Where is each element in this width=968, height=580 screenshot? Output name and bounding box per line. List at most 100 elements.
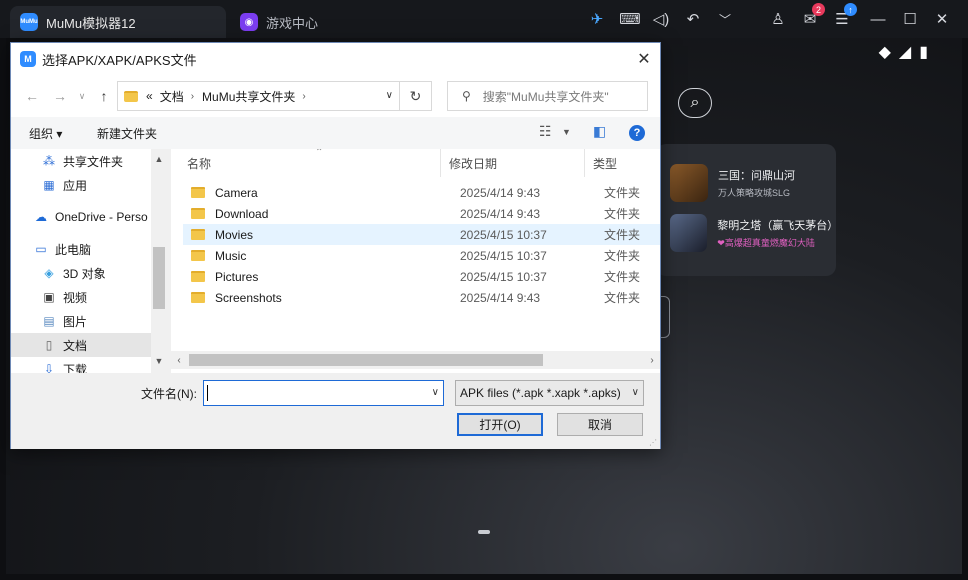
breadcrumb-documents[interactable]: 文档 bbox=[160, 88, 184, 105]
close-icon[interactable]: ✕ bbox=[930, 7, 954, 31]
message-icon[interactable]: ✉ 2 bbox=[798, 3, 825, 31]
preview-pane-icon[interactable]: ◧ bbox=[593, 123, 606, 140]
back-arrow-icon[interactable]: ← bbox=[23, 87, 41, 105]
file-name: Camera bbox=[215, 185, 258, 200]
table-row[interactable]: Music 2025/4/15 10:37 文件夹 bbox=[183, 245, 660, 266]
sidebar-item-documents[interactable]: ▯ 文档 bbox=[11, 333, 151, 357]
search-input[interactable]: ⚲ 搜索"MuMu共享文件夹" bbox=[447, 81, 648, 111]
apps-icon: ▦ bbox=[43, 178, 55, 192]
scroll-thumb[interactable] bbox=[189, 354, 543, 366]
breadcrumb-shared-folder[interactable]: MuMu共享文件夹 bbox=[202, 88, 295, 105]
filename-input[interactable]: ∨ bbox=[203, 380, 444, 406]
up-arrow-icon[interactable]: ↑ bbox=[95, 87, 113, 105]
sidebar-item-shared-folder[interactable]: ⁂ 共享文件夹 bbox=[11, 149, 151, 173]
mumu-logo-icon: M bbox=[20, 51, 36, 67]
more-chevron-icon[interactable]: ﹀ bbox=[713, 7, 737, 31]
home-indicator[interactable] bbox=[478, 530, 490, 534]
recent-chevron-icon[interactable]: ∨ bbox=[73, 87, 91, 105]
text-caret bbox=[207, 385, 208, 401]
recommendation-panel: 三国：问鼎山河 万人策略攻城SLG 黎明之塔（赢飞天茅台） ❤高爆超真童燃魔幻大… bbox=[656, 144, 838, 276]
table-row[interactable]: Camera 2025/4/14 9:43 文件夹 bbox=[183, 182, 660, 203]
wifi-icon: ◆ bbox=[878, 44, 891, 61]
cube-icon: ◈ bbox=[44, 266, 54, 280]
column-header-label: 类型 bbox=[593, 156, 618, 171]
sidebar-item-label: 应用 bbox=[63, 178, 88, 193]
folder-icon bbox=[124, 90, 138, 102]
volume-icon[interactable]: ◁) bbox=[649, 7, 673, 31]
file-date: 2025/4/14 9:43 bbox=[460, 290, 541, 305]
new-folder-button[interactable]: 新建文件夹 bbox=[97, 125, 157, 142]
message-count-badge: 2 bbox=[812, 3, 825, 16]
sidebar-item-label: 视频 bbox=[63, 290, 88, 305]
file-type: 文件夹 bbox=[604, 249, 641, 263]
column-header-type[interactable]: 类型 bbox=[585, 149, 660, 177]
scroll-left-icon[interactable]: ‹ bbox=[171, 351, 187, 369]
dialog-close-button[interactable]: ✕ bbox=[628, 43, 660, 75]
game-thumbnail bbox=[670, 214, 708, 252]
sidebar-item-onedrive[interactable]: ☁ OneDrive - Perso bbox=[11, 205, 151, 229]
scroll-down-icon[interactable]: ▼ bbox=[151, 353, 167, 369]
sidebar-item-label: 下载 bbox=[63, 362, 88, 374]
sidebar-item-downloads[interactable]: ⇩ 下载 bbox=[11, 357, 151, 373]
sidebar-item-3d-objects[interactable]: ◈ 3D 对象 bbox=[11, 261, 151, 285]
column-header-name[interactable]: 名称 ⌃ bbox=[179, 149, 441, 177]
operation-icon[interactable]: ✈ bbox=[585, 7, 609, 31]
open-button[interactable]: 打开(O) bbox=[457, 413, 543, 436]
folder-icon bbox=[191, 187, 205, 198]
file-date: 2025/4/15 10:37 bbox=[460, 269, 547, 284]
address-dropdown-icon[interactable]: ∨ bbox=[386, 90, 393, 101]
tab-mumu-emulator[interactable]: MuMu MuMu模拟器12 bbox=[10, 6, 226, 38]
sidebar-item-videos[interactable]: ▣ 视频 bbox=[11, 285, 151, 309]
forward-arrow-icon[interactable]: → bbox=[51, 87, 69, 105]
scroll-right-icon[interactable]: › bbox=[644, 351, 660, 369]
resize-grip-icon[interactable]: ⋰ bbox=[649, 438, 658, 447]
rec-title: 三国：问鼎山河 bbox=[718, 170, 795, 182]
file-open-dialog: M 选择APK/XAPK/APKS文件 ✕ ← → ∨ ↑ « 文档 › MuM… bbox=[10, 42, 661, 449]
scroll-up-icon[interactable]: ▲ bbox=[151, 151, 167, 167]
breadcrumb-separator-icon[interactable]: › bbox=[191, 91, 194, 102]
organize-menu[interactable]: 组织 ▾ bbox=[29, 125, 62, 142]
tab-game-center[interactable]: ◉ 游戏中心 bbox=[230, 6, 440, 38]
help-icon[interactable]: ? bbox=[629, 125, 645, 141]
filename-label: 文件名(N): bbox=[141, 387, 197, 401]
filename-dropdown-icon[interactable]: ∨ bbox=[432, 387, 439, 398]
sidebar-item-apps[interactable]: ▦ 应用 bbox=[11, 173, 151, 197]
address-bar[interactable]: « 文档 › MuMu共享文件夹 › ∨ bbox=[117, 81, 400, 111]
rec-item-sanguo[interactable]: 三国：问鼎山河 万人策略攻城SLG bbox=[670, 164, 795, 202]
chevron-down-icon: ∨ bbox=[629, 387, 639, 398]
menu-icon[interactable]: ☰ ↑ bbox=[830, 3, 857, 31]
file-name: Pictures bbox=[215, 269, 259, 284]
back-icon[interactable]: ↶ bbox=[681, 7, 705, 31]
file-type: 文件夹 bbox=[604, 291, 641, 305]
column-header-date[interactable]: 修改日期 bbox=[441, 149, 585, 177]
sidebar-item-this-pc[interactable]: ▭ 此电脑 bbox=[11, 237, 151, 261]
file-name: Music bbox=[215, 248, 247, 263]
android-search-icon[interactable]: ⌕ bbox=[678, 88, 712, 118]
view-options-icon[interactable]: ☷ bbox=[539, 123, 552, 140]
sidebar-item-label: 共享文件夹 bbox=[63, 154, 124, 169]
gamepad-icon: ◉ bbox=[240, 13, 258, 31]
refresh-button[interactable]: ↻ bbox=[400, 81, 432, 111]
keyboard-icon[interactable]: ⌨ bbox=[618, 7, 642, 31]
breadcrumb-overflow[interactable]: « bbox=[146, 89, 153, 103]
table-row[interactable]: Screenshots 2025/4/14 9:43 文件夹 bbox=[183, 287, 660, 308]
scroll-thumb[interactable] bbox=[153, 247, 165, 309]
table-row[interactable]: Movies 2025/4/15 10:37 文件夹 bbox=[183, 224, 660, 245]
table-row[interactable]: Download 2025/4/14 9:43 文件夹 bbox=[183, 203, 660, 224]
dialog-titlebar: M 选择APK/XAPK/APKS文件 ✕ bbox=[11, 43, 660, 75]
minimize-icon[interactable]: — bbox=[866, 7, 890, 31]
view-dropdown-icon[interactable]: ▼ bbox=[562, 127, 571, 137]
file-type-select[interactable]: APK files (*.apk *.xapk *.apks) ∨ bbox=[455, 380, 644, 406]
search-placeholder: 搜索"MuMu共享文件夹" bbox=[482, 89, 609, 104]
user-icon[interactable]: ♙ bbox=[766, 7, 790, 31]
sidebar-item-label: 文档 bbox=[63, 338, 88, 353]
folder-icon bbox=[191, 250, 205, 261]
rec-item-liming[interactable]: 黎明之塔（赢飞天茅台） ❤高爆超真童燃魔幻大陆 bbox=[670, 214, 838, 252]
table-row[interactable]: Pictures 2025/4/15 10:37 文件夹 bbox=[183, 266, 660, 287]
nav-pane-scrollbar[interactable]: ▲ ▼ bbox=[151, 149, 167, 373]
breadcrumb-separator-icon[interactable]: › bbox=[302, 91, 305, 102]
cancel-button[interactable]: 取消 bbox=[557, 413, 643, 436]
maximize-icon[interactable]: ☐ bbox=[898, 7, 922, 31]
sidebar-item-pictures[interactable]: ▤ 图片 bbox=[11, 309, 151, 333]
file-list-hscrollbar[interactable]: ‹ › bbox=[171, 351, 660, 369]
